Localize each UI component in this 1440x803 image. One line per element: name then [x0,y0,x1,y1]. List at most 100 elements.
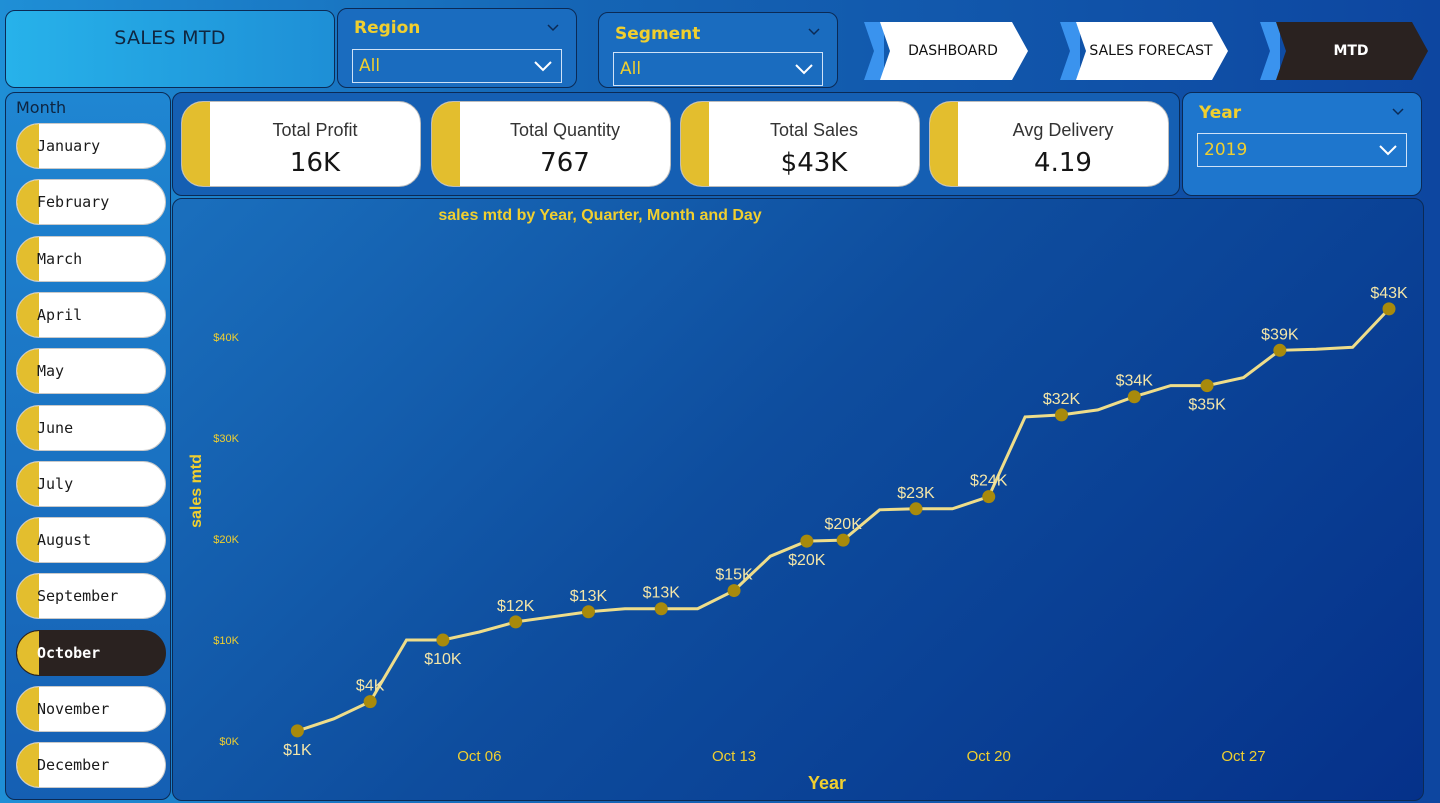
kpi-accent-cap [930,102,958,186]
data-label: $35K [1188,397,1226,414]
chart-canvas: sales mtd by Year, Quarter, Month and Da… [188,207,1408,793]
data-point-marker[interactable] [654,602,668,616]
month-slicer-header: Month [16,98,67,117]
x-tick-label: Oct 06 [457,748,501,765]
month-option-may[interactable]: May [16,348,166,395]
y-tick-label: $20K [213,534,239,546]
segment-dropdown-value: All [620,59,642,79]
kpi-value: 16K [289,148,341,178]
segment-slicer-label: Segment [615,24,701,44]
segment-slicer[interactable]: Segment All [598,12,838,88]
segment-collapse-chevron-icon[interactable] [807,25,821,39]
sales-forecast-nav-button[interactable]: SALES FORECAST [1058,20,1230,82]
y-tick-label: $40K [213,332,239,344]
kpi-card-total-sales: Total Sales $43K [680,101,920,187]
month-option-september[interactable]: September [16,573,166,620]
year-dropdown-value: 2019 [1204,140,1248,160]
month-option-cap [17,518,39,563]
chart-title: sales mtd by Year, Quarter, Month and Da… [438,207,761,224]
month-option-cap [17,574,39,619]
data-point-marker[interactable] [800,534,814,548]
data-label: $24K [970,473,1008,490]
data-label: $23K [897,485,935,502]
data-label: $39K [1261,326,1299,343]
x-tick-label: Oct 20 [967,748,1011,765]
month-option-july[interactable]: July [16,460,166,507]
region-collapse-chevron-icon[interactable] [546,21,560,35]
month-option-cap [17,630,39,675]
data-point-marker[interactable] [509,615,523,629]
month-option-label: March [37,249,83,268]
data-point-marker[interactable] [836,533,850,547]
month-option-april[interactable]: April [16,291,166,338]
data-label: $32K [1043,391,1081,408]
month-option-august[interactable]: August [16,517,166,564]
month-option-february[interactable]: February [16,179,166,226]
kpi-label: Total Profit [272,120,358,140]
year-collapse-chevron-icon[interactable] [1391,105,1405,119]
x-axis-title: Year [808,773,846,793]
kpi-label: Total Quantity [509,120,621,140]
sales-mtd-line-chart: sales mtd by Year, Quarter, Month and Da… [172,198,1424,801]
y-axis-title: sales mtd [188,454,205,528]
data-point-marker[interactable] [290,724,304,738]
data-label: $13K [643,585,681,602]
month-option-december[interactable]: December [16,742,166,789]
region-slicer-label: Region [354,18,421,38]
kpi-value: 767 [540,148,590,178]
month-option-label: April [37,305,83,324]
region-dropdown[interactable]: All [352,49,562,83]
kpi-label: Total Sales [769,120,859,140]
month-option-label: July [37,474,74,493]
month-option-label: December [37,756,110,775]
month-option-november[interactable]: November [16,686,166,732]
data-point-marker[interactable] [1382,302,1396,316]
year-dropdown-chevron-icon[interactable] [1378,143,1398,157]
data-point-marker[interactable] [1273,343,1287,357]
region-slicer[interactable]: Region All [337,8,577,88]
segment-dropdown[interactable]: All [613,52,823,86]
month-option-january[interactable]: January [16,123,166,169]
month-option-cap [17,687,39,731]
data-label: $12K [497,598,535,615]
month-option-october[interactable]: October [16,629,166,676]
month-option-cap [17,236,39,281]
segment-dropdown-chevron-icon[interactable] [794,62,814,76]
data-label: $20K [825,516,863,533]
data-point-marker[interactable] [1200,379,1214,393]
data-point-marker[interactable] [581,605,595,619]
region-dropdown-chevron-icon[interactable] [533,59,553,73]
kpi-value: 4.19 [1034,148,1092,178]
month-option-label: November [37,700,110,718]
dashboard-nav-button[interactable]: DASHBOARD [862,20,1030,82]
month-option-label: June [37,418,74,437]
year-slicer[interactable]: Year 2019 [1182,92,1422,196]
month-option-june[interactable]: June [16,404,166,451]
month-option-label: August [37,531,92,550]
year-dropdown[interactable]: 2019 [1197,133,1407,167]
month-option-cap [17,180,39,225]
data-point-marker[interactable] [982,490,996,504]
report-title-card: SALES MTD [5,10,335,88]
x-tick-label: Oct 27 [1221,748,1265,765]
month-slicer: Month January February March April May June Ju… [5,92,171,800]
kpi-accent-cap [182,102,210,186]
month-option-label: October [37,643,101,662]
data-point-marker[interactable] [436,633,450,647]
month-option-march[interactable]: March [16,235,166,282]
region-dropdown-value: All [359,56,381,76]
kpi-accent-cap [681,102,709,186]
data-label: $13K [570,588,608,605]
report-title: SALES MTD [114,27,226,49]
data-point-marker[interactable] [727,584,741,598]
data-point-marker[interactable] [1127,390,1141,404]
year-slicer-label: Year [1199,103,1242,123]
month-option-label: May [37,362,65,381]
data-point-marker[interactable] [1055,408,1069,422]
data-point-marker[interactable] [909,502,923,516]
mtd-nav-button[interactable]: MTD [1258,20,1430,82]
month-option-label: February [37,193,110,212]
data-label: $43K [1370,285,1408,302]
data-point-marker[interactable] [363,695,377,709]
y-tick-label: $10K [213,635,239,647]
